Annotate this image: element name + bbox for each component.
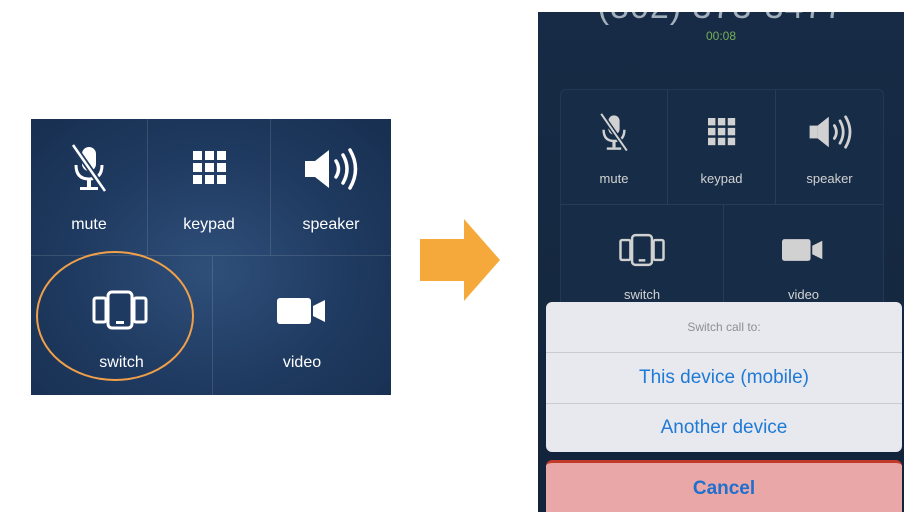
phone-screen: (802) 373-3477 00:08 mute keypad: [538, 12, 904, 512]
another-device-option[interactable]: Another device: [546, 403, 902, 452]
mute-label: mute: [71, 216, 107, 233]
cancel-container: Cancel: [546, 460, 902, 512]
keypad-button[interactable]: keypad: [148, 119, 271, 256]
muted-microphone-icon: [70, 143, 108, 193]
video-camera-icon: [277, 298, 325, 324]
switch-highlight-circle: [36, 251, 194, 381]
keypad-label: keypad: [183, 216, 235, 233]
this-device-option[interactable]: This device (mobile): [546, 353, 902, 404]
right-arrow-icon: [420, 219, 500, 301]
mute-button[interactable]: mute: [31, 119, 148, 256]
action-sheet-title: Switch call to:: [546, 302, 902, 353]
speaker-label: speaker: [302, 216, 360, 233]
switch-call-action-sheet: Switch call to: This device (mobile) Ano…: [546, 302, 902, 452]
speaker-icon: [305, 148, 358, 190]
speaker-button[interactable]: speaker: [271, 119, 391, 256]
video-label: video: [282, 354, 322, 371]
cancel-button[interactable]: Cancel: [546, 463, 902, 512]
keypad-grid-icon: [193, 151, 226, 184]
video-button[interactable]: video: [213, 256, 391, 395]
